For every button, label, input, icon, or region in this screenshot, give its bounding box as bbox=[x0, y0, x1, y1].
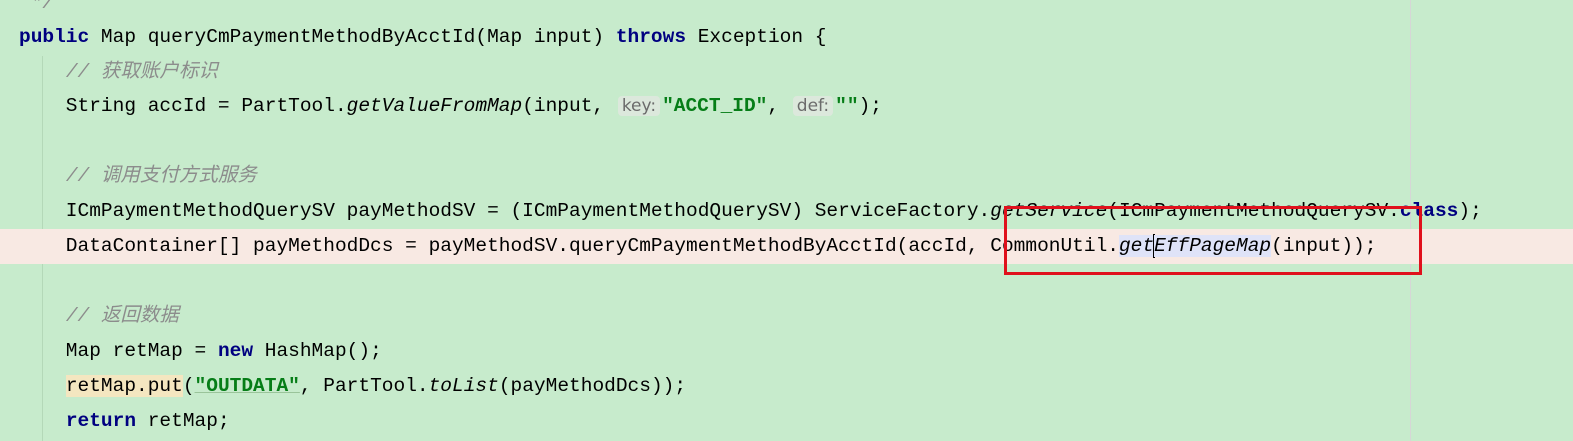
code-token: // 调用支付方式服务 bbox=[65, 165, 257, 187]
code-line[interactable]: public Map queryCmPaymentMethodByAcctId(… bbox=[0, 20, 1573, 55]
code-token: public bbox=[19, 26, 90, 48]
code-token: (payMethodDcs)); bbox=[498, 375, 687, 397]
code-token: ); bbox=[858, 95, 882, 117]
code-token: String accId = PartTool. bbox=[19, 95, 347, 117]
parameter-hint: def: bbox=[792, 96, 834, 116]
code-token: getValueFromMap bbox=[346, 95, 523, 117]
code-token: Map queryCmPaymentMethodByAcctId(Map inp… bbox=[89, 26, 616, 48]
code-token: retMap; bbox=[136, 410, 230, 432]
code-token: ); bbox=[1458, 200, 1482, 222]
code-token: ICmPaymentMethodQuerySV payMethodSV = (I… bbox=[19, 200, 991, 222]
code-token: "ACCT_ID" bbox=[662, 95, 768, 117]
code-line[interactable]: // 调用支付方式服务 bbox=[0, 159, 1573, 194]
code-token: Exception { bbox=[686, 26, 827, 48]
code-line[interactable]: String accId = PartTool.getValueFromMap(… bbox=[0, 89, 1573, 124]
code-token: , bbox=[767, 95, 791, 117]
code-line[interactable]: Map retMap = new HashMap(); bbox=[0, 334, 1573, 369]
code-line[interactable]: */ bbox=[0, 0, 1573, 21]
code-token: retMap.put bbox=[65, 375, 183, 397]
code-line[interactable]: // 获取账户标识 bbox=[0, 55, 1573, 90]
code-token: , PartTool. bbox=[299, 375, 429, 397]
code-line[interactable]: // 返回数据 bbox=[0, 299, 1573, 334]
code-token: ( bbox=[182, 375, 195, 397]
code-token: return bbox=[65, 410, 137, 432]
code-token: // 获取账户标识 bbox=[65, 61, 218, 83]
code-token: "OUTDATA" bbox=[194, 375, 300, 397]
code-token: throws bbox=[615, 26, 687, 48]
code-token: */ bbox=[19, 0, 55, 14]
code-line[interactable] bbox=[0, 124, 1573, 159]
code-token: Map retMap = bbox=[19, 340, 218, 362]
code-line[interactable]: retMap.put("OUTDATA", PartTool.toList(pa… bbox=[0, 369, 1573, 404]
parameter-hint: key: bbox=[617, 96, 661, 116]
code-token: DataContainer[] payMethodDcs = payMethod… bbox=[19, 235, 1119, 257]
code-token: (input, bbox=[522, 95, 616, 117]
code-line[interactable]: return retMap; bbox=[0, 404, 1573, 439]
code-token: "" bbox=[835, 95, 859, 117]
annotation-red-box bbox=[1004, 206, 1422, 275]
code-token: new bbox=[217, 340, 254, 362]
code-token: toList bbox=[428, 375, 499, 397]
code-token: HashMap(); bbox=[253, 340, 382, 362]
code-token: // 返回数据 bbox=[65, 305, 179, 327]
